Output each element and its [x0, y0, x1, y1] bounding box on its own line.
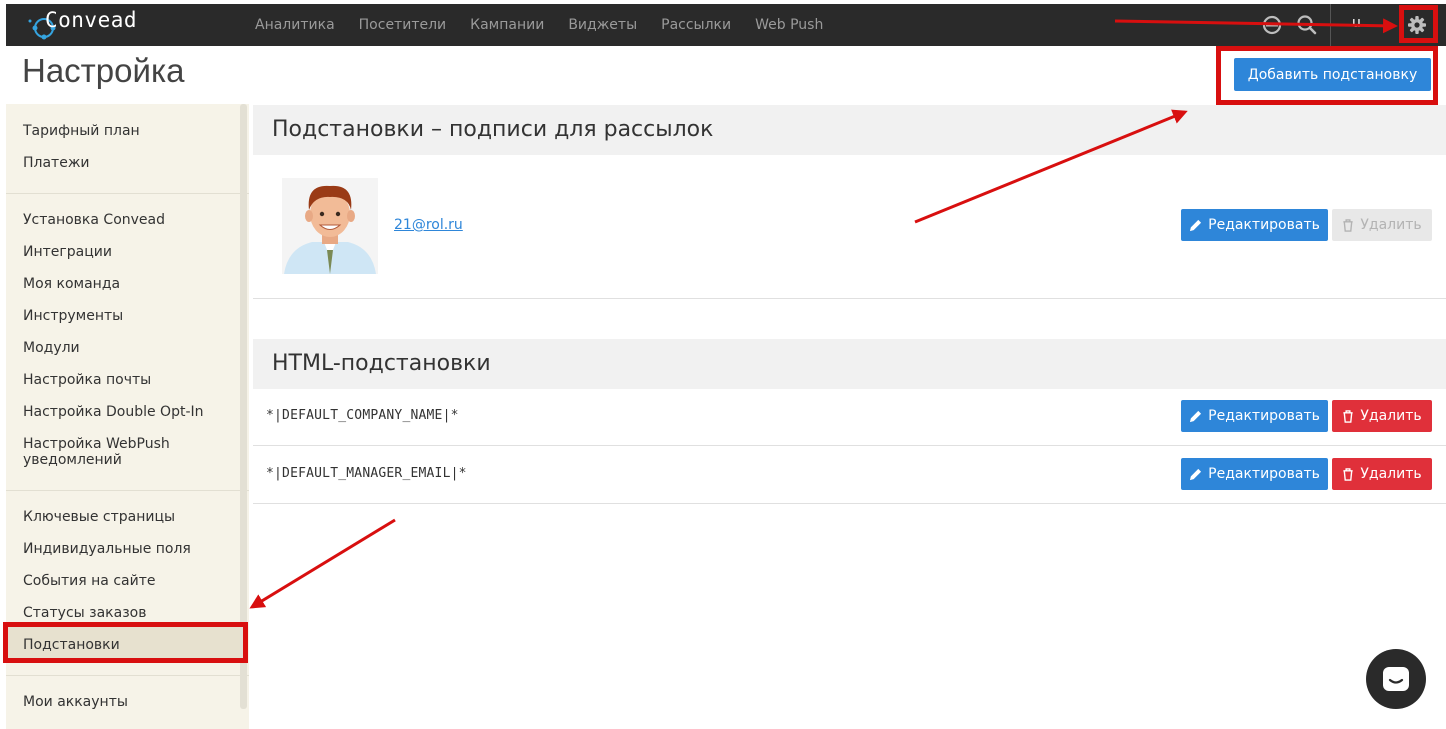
page-title: Настройка — [22, 52, 185, 89]
signatures-section-title: Подстановки – подписи для рассылок — [272, 117, 714, 142]
delete-html-substitution-button[interactable]: Удалить — [1332, 458, 1432, 490]
nav-webpush[interactable]: Web Push — [755, 17, 823, 33]
sidebar-divider — [6, 490, 249, 491]
sidebar-item-order-statuses[interactable]: Статусы заказов — [23, 605, 146, 621]
row-divider — [253, 445, 1446, 446]
row-divider — [253, 298, 1446, 299]
sidebar-item-integrations[interactable]: Интеграции — [23, 244, 112, 260]
nav-campaigns[interactable]: Кампании — [470, 17, 544, 33]
html-section-title: HTML-подстановки — [272, 351, 491, 376]
sidebar-item-team[interactable]: Моя команда — [23, 276, 120, 292]
top-navbar: Convead Аналитика Посетители Кампании Ви… — [6, 4, 1446, 46]
row-divider — [253, 503, 1446, 504]
sidebar-item-modules[interactable]: Модули — [23, 340, 80, 356]
sidebar-item-tariff[interactable]: Тарифный план — [23, 123, 140, 139]
edit-button-label: Редактировать — [1208, 466, 1320, 482]
gear-icon[interactable] — [1406, 14, 1428, 36]
main-nav: Аналитика Посетители Кампании Виджеты Ра… — [255, 4, 847, 46]
pencil-icon — [1190, 410, 1202, 422]
chat-widget-button[interactable] — [1366, 649, 1426, 709]
signature-email-link[interactable]: 21@rol.ru — [394, 217, 463, 233]
trash-icon — [1343, 218, 1354, 232]
chat-icon — [1383, 667, 1409, 691]
sidebar-item-double-optin[interactable]: Настройка Double Opt-In — [23, 404, 204, 420]
sidebar-divider — [6, 675, 249, 676]
sidebar-divider — [6, 193, 249, 194]
sidebar-item-mail-settings[interactable]: Настройка почты — [23, 372, 151, 388]
page: Convead Аналитика Посетители Кампании Ви… — [0, 0, 1446, 729]
delete-button-label: Удалить — [1360, 466, 1422, 482]
main-content: Подстановки – подписи для рассылок 21@ro… — [253, 104, 1446, 729]
sidebar-item-custom-fields[interactable]: Индивидуальные поля — [23, 541, 191, 557]
nav-visitors[interactable]: Посетители — [359, 17, 446, 33]
nav-mailings[interactable]: Рассылки — [661, 17, 731, 33]
edit-html-substitution-button[interactable]: Редактировать — [1181, 400, 1328, 432]
sidebar-item-substitutions[interactable]: Подстановки — [23, 637, 120, 653]
sidebar-item-my-accounts[interactable]: Мои аккаунты — [23, 694, 128, 710]
pencil-icon — [1190, 219, 1202, 231]
html-substitution-name: *|DEFAULT_MANAGER_EMAIL|* — [266, 466, 467, 481]
add-substitution-button[interactable]: Добавить подстановку — [1234, 58, 1431, 91]
html-section-header: HTML-подстановки — [253, 339, 1446, 389]
edit-signature-button[interactable]: Редактировать — [1181, 209, 1328, 241]
signatures-section-header: Подстановки – подписи для рассылок — [253, 105, 1446, 155]
account-name[interactable]: u — [1352, 15, 1361, 31]
edit-button-label: Редактировать — [1208, 217, 1320, 233]
sidebar-item-key-pages[interactable]: Ключевые страницы — [23, 509, 175, 525]
avatar — [282, 178, 378, 274]
delete-signature-button[interactable]: Удалить — [1332, 209, 1432, 241]
edit-html-substitution-button[interactable]: Редактировать — [1181, 458, 1328, 490]
sidebar-item-install[interactable]: Установка Convead — [23, 212, 165, 228]
sidebar-scrollbar[interactable] — [240, 104, 247, 709]
trash-icon — [1343, 409, 1354, 423]
nav-widgets[interactable]: Виджеты — [568, 17, 637, 33]
sidebar-item-tools[interactable]: Инструменты — [23, 308, 123, 324]
sidebar-item-site-events[interactable]: События на сайте — [23, 573, 155, 589]
sidebar-item-webpush[interactable]: Настройка WebPush уведомлений — [23, 436, 183, 468]
nav-analytics[interactable]: Аналитика — [255, 17, 335, 33]
sidebar-item-payments[interactable]: Платежи — [23, 155, 90, 171]
logo-text: Convead — [45, 8, 138, 32]
html-substitution-name: *|DEFAULT_COMPANY_NAME|* — [266, 408, 459, 423]
pencil-icon — [1190, 468, 1202, 480]
search-icon[interactable] — [1296, 14, 1318, 36]
settings-sidebar: Тарифный план Платежи Установка Convead … — [6, 104, 249, 729]
edit-button-label: Редактировать — [1208, 408, 1320, 424]
delete-html-substitution-button[interactable]: Удалить — [1332, 400, 1432, 432]
trash-icon — [1343, 467, 1354, 481]
delete-button-label: Удалить — [1360, 408, 1422, 424]
help-icon[interactable] — [1261, 14, 1283, 36]
navbar-divider — [1330, 4, 1331, 46]
delete-button-label: Удалить — [1360, 217, 1422, 233]
